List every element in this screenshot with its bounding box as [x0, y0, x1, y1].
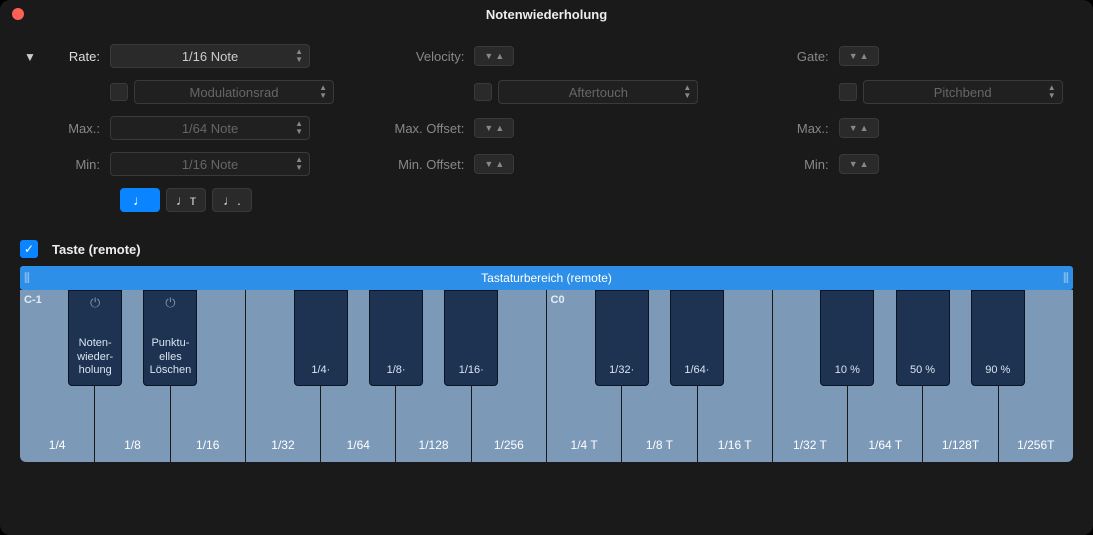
black-key[interactable]: ⏻Noten- wieder- holung	[68, 290, 122, 386]
rate-mod-checkbox[interactable]	[110, 83, 128, 101]
max-select[interactable]: 1/64 Note ▲▼	[110, 116, 310, 140]
black-key[interactable]: 1/64·	[670, 290, 724, 386]
rate-select[interactable]: 1/16 Note ▲▼	[110, 44, 310, 68]
remote-checkbox[interactable]	[20, 240, 38, 258]
power-icon: ⏻	[165, 295, 175, 311]
gate-mod-source-select[interactable]: Pitchbend ▲▼	[863, 80, 1063, 104]
max-label: Max.:	[20, 121, 110, 136]
gate-max-label: Max.:	[749, 121, 839, 136]
remote-label: Taste (remote)	[52, 242, 141, 257]
velocity-mod-source-select[interactable]: Aftertouch ▲▼	[498, 80, 698, 104]
close-button[interactable]	[12, 8, 24, 20]
black-key[interactable]: 1/16·	[444, 290, 498, 386]
velocity-mod-checkbox[interactable]	[474, 83, 492, 101]
gate-stepper[interactable]: ▼▲	[839, 46, 879, 66]
min-offset-label: Min. Offset:	[384, 157, 474, 172]
disclosure-toggle[interactable]: ▼	[24, 50, 36, 64]
chevron-updown-icon: ▲▼	[295, 120, 303, 136]
black-key[interactable]: 50 %	[896, 290, 950, 386]
power-icon: ⏻	[90, 295, 100, 311]
chevron-updown-icon: ▲▼	[1048, 84, 1056, 100]
chevron-updown-icon: ▲▼	[319, 84, 327, 100]
gate-min-label: Min:	[749, 157, 839, 172]
chevron-updown-icon: ▲▼	[295, 156, 303, 172]
gate-mod-checkbox[interactable]	[839, 83, 857, 101]
black-key[interactable]: 1/8·	[369, 290, 423, 386]
range-handle-left[interactable]	[20, 266, 34, 290]
keyboard-range-bar[interactable]: Tastaturbereich (remote)	[20, 266, 1073, 290]
gate-min-stepper[interactable]: ▼▲	[839, 154, 879, 174]
rate-mod-source-select[interactable]: Modulationsrad ▲▼	[134, 80, 334, 104]
note-type-triplet[interactable]: ♩ᴛ	[166, 188, 206, 212]
max-offset-stepper[interactable]: ▼▲	[474, 118, 514, 138]
note-type-dotted[interactable]: ♩.	[212, 188, 252, 212]
min-offset-stepper[interactable]: ▼▲	[474, 154, 514, 174]
min-select[interactable]: 1/16 Note ▲▼	[110, 152, 310, 176]
window-title: Notenwiederholung	[486, 7, 607, 22]
range-handle-right[interactable]	[1059, 266, 1073, 290]
black-key[interactable]: 1/4·	[294, 290, 348, 386]
velocity-label: Velocity:	[384, 49, 474, 64]
note-type-straight[interactable]: ♩	[120, 188, 160, 212]
chevron-updown-icon: ▲▼	[683, 84, 691, 100]
black-key[interactable]: 10 %	[820, 290, 874, 386]
min-label: Min:	[20, 157, 110, 172]
black-key[interactable]: ⏻Punktu- elles Löschen	[143, 290, 197, 386]
black-key[interactable]: 90 %	[971, 290, 1025, 386]
max-offset-label: Max. Offset:	[384, 121, 474, 136]
velocity-stepper[interactable]: ▼▲	[474, 46, 514, 66]
gate-label: Gate:	[749, 49, 839, 64]
black-key[interactable]: 1/32·	[595, 290, 649, 386]
gate-max-stepper[interactable]: ▼▲	[839, 118, 879, 138]
chevron-updown-icon: ▲▼	[295, 48, 303, 64]
